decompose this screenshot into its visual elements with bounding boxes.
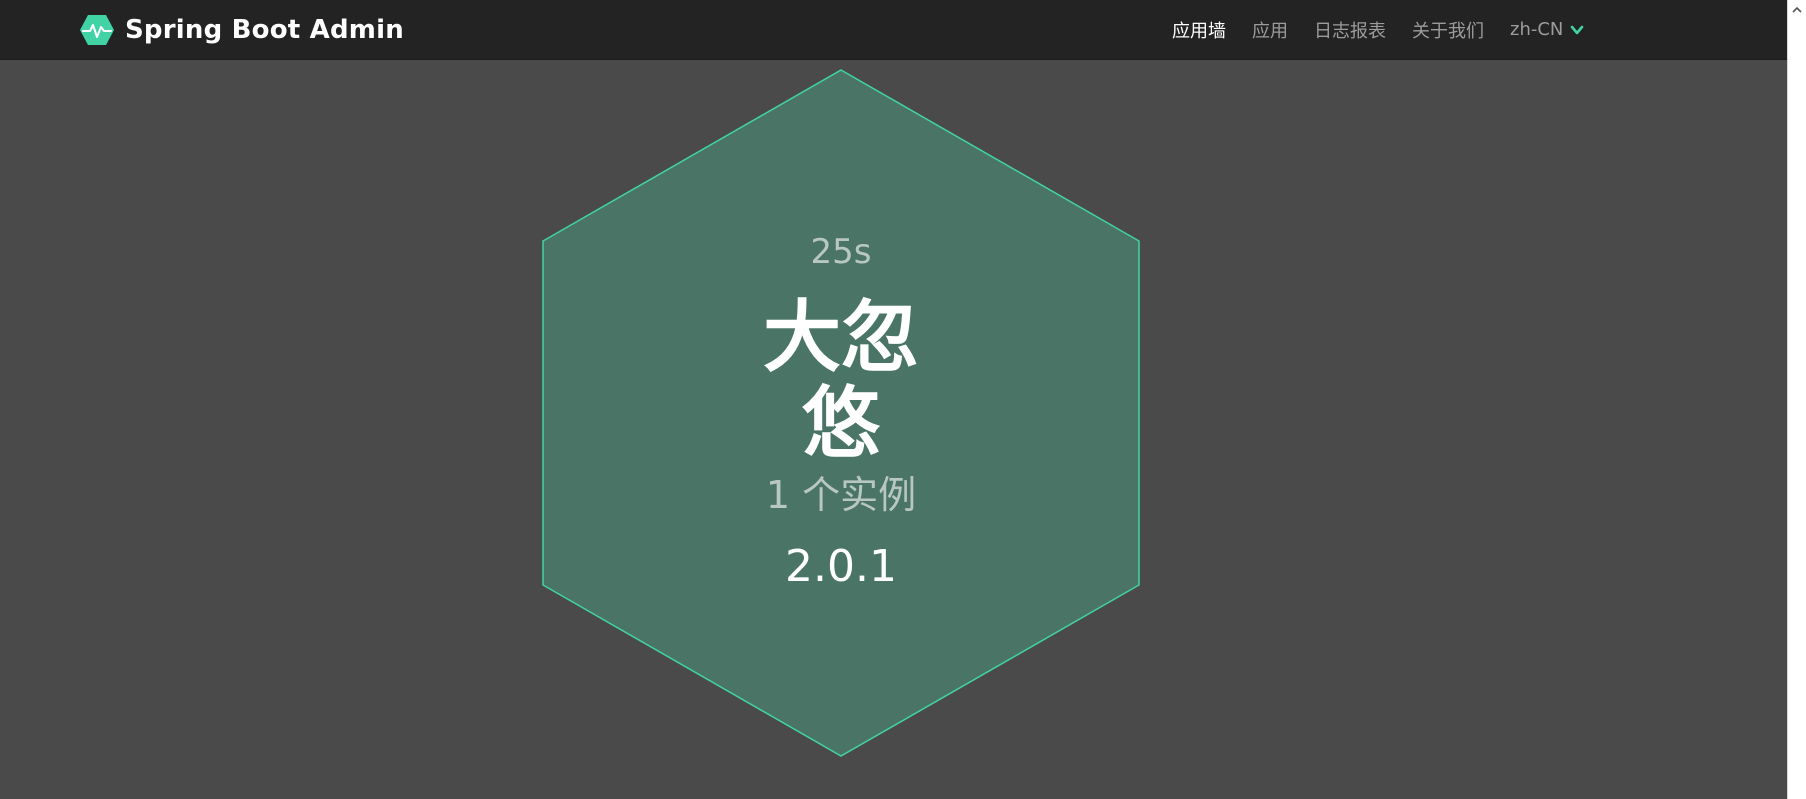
brand-link[interactable]: Spring Boot Admin bbox=[79, 12, 404, 48]
application-name: 大忽悠 bbox=[762, 293, 919, 469]
brand-title: Spring Boot Admin bbox=[125, 15, 404, 45]
chevron-down-icon bbox=[1571, 25, 1584, 34]
main-nav: 应用墙 应用 日志报表 关于我们 zh-CN bbox=[1172, 0, 1585, 59]
nav-item-about[interactable]: 关于我们 bbox=[1412, 17, 1484, 43]
application-uptime: 25s bbox=[810, 232, 872, 272]
nav-item-log-report[interactable]: 日志报表 bbox=[1314, 17, 1386, 43]
vertical-scrollbar[interactable] bbox=[1787, 0, 1806, 799]
nav-item-applications[interactable]: 应用 bbox=[1252, 17, 1288, 43]
language-dropdown[interactable]: zh-CN bbox=[1510, 19, 1585, 40]
app-root: Spring Boot Admin 应用墙 应用 日志报表 关于我们 zh-CN… bbox=[0, 0, 1806, 799]
scroll-up-arrow-icon[interactable] bbox=[1791, 4, 1803, 16]
language-value: zh-CN bbox=[1510, 19, 1564, 40]
application-version: 2.0.1 bbox=[785, 541, 897, 592]
hexagon-heartbeat-icon bbox=[80, 15, 114, 45]
nav-item-wallboard[interactable]: 应用墙 bbox=[1172, 17, 1226, 43]
top-navbar: Spring Boot Admin 应用墙 应用 日志报表 关于我们 zh-CN bbox=[0, 0, 1788, 60]
application-instance-count: 1 个实例 bbox=[765, 473, 917, 517]
